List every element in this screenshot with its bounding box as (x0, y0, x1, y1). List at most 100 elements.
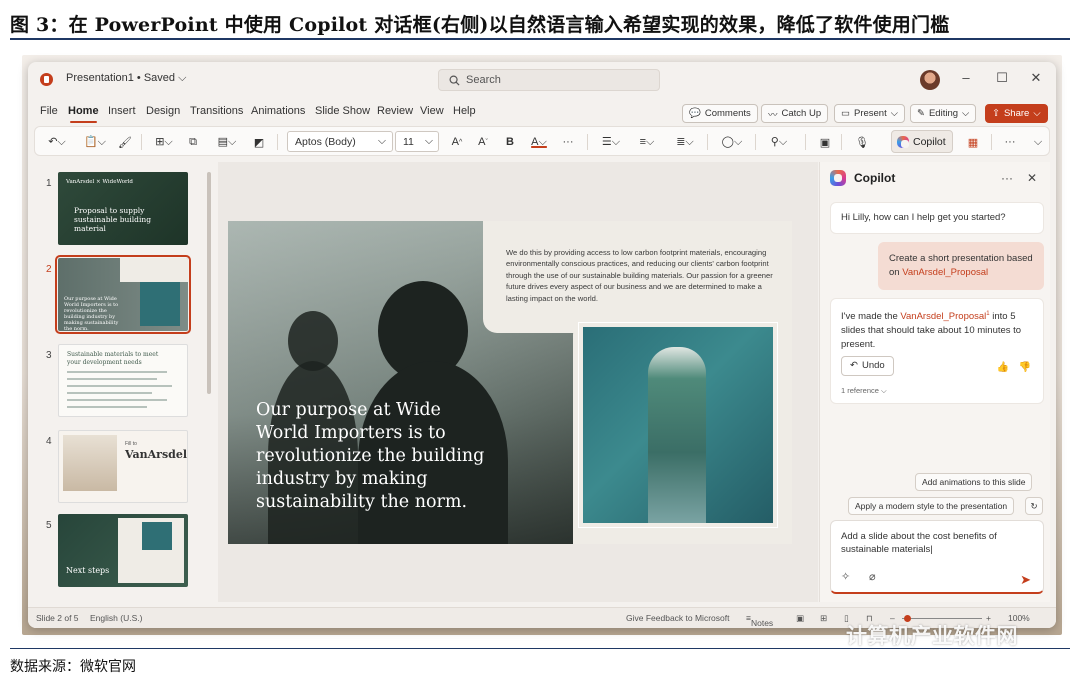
increase-font-icon[interactable]: A ^ (449, 133, 465, 151)
align-icon[interactable]: ≣⌵ (671, 133, 699, 151)
tab-animations[interactable]: Animations (251, 105, 305, 117)
slide-sorter-icon[interactable]: ⊞ (820, 613, 827, 624)
undo-icon[interactable]: ↶⌵ (43, 133, 71, 151)
cargo-ship-image[interactable] (578, 322, 778, 528)
chevron-down-icon: ⌵ (890, 108, 898, 119)
feedback-link[interactable]: Give Feedback to Microsoft (626, 613, 729, 623)
suggestion-label: Add animations to this slide (922, 477, 1026, 487)
file-link[interactable]: VanArsdel_Proposal (902, 267, 988, 278)
font-name-select[interactable]: Aptos (Body) ⌵ (287, 131, 393, 152)
thumbnail-text-line (67, 378, 157, 380)
thumbnail-number: 4 (46, 436, 52, 447)
editing-button[interactable]: ✎ Editing ⌵ (910, 104, 977, 123)
close-window-icon[interactable]: ✕ (1026, 70, 1046, 86)
thumbs-up-icon[interactable]: 👍 (997, 361, 1009, 375)
tab-help[interactable]: Help (453, 105, 476, 117)
copilot-reply: I've made the VanArsdel_Proposal1 into 5… (830, 298, 1044, 404)
search-icon (449, 75, 460, 86)
slide-thumbnail-1[interactable]: VanArsdel × WideWorld Proposal to supply… (58, 172, 188, 245)
decrease-font-icon[interactable]: Aˇ (475, 133, 491, 151)
close-icon[interactable]: ✕ (1027, 171, 1037, 185)
suggestion-add-animations[interactable]: Add animations to this slide (915, 473, 1033, 491)
more-font-options-icon[interactable]: ··· (559, 133, 577, 151)
slide-thumbnail-3[interactable]: Sustainable materials to meet your devel… (58, 344, 188, 417)
copilot-pane: Copilot ··· ✕ Hi Lilly, how can I help g… (819, 162, 1050, 602)
notes-label: Notes (750, 618, 774, 628)
language-indicator[interactable]: English (U.S.) (90, 613, 142, 623)
catch-up-icon: 〰 (768, 109, 778, 121)
file-link[interactable]: VanArsdel_Proposal (900, 311, 986, 322)
slide-body-text[interactable]: We do this by providing access to low ca… (506, 247, 776, 304)
tab-design[interactable]: Design (146, 105, 180, 117)
refresh-suggestions-icon[interactable]: ↻ (1025, 497, 1043, 515)
thumbnail-ship-image (140, 282, 180, 326)
numbering-icon[interactable]: ≡⌵ (633, 133, 661, 151)
font-color-icon[interactable]: A⌵ (527, 133, 551, 151)
paste-icon[interactable]: 📋⌵ (81, 133, 109, 151)
dictate-icon[interactable]: 🎙 (855, 133, 869, 151)
share-button[interactable]: ⇪ Share ⌵ (985, 104, 1048, 123)
copilot-prompt-input[interactable]: Add a slide about the cost benefits of s… (830, 520, 1044, 594)
present-icon: ▭ (841, 108, 850, 119)
slide-counter: Slide 2 of 5 (36, 613, 79, 623)
current-slide[interactable]: We do this by providing access to low ca… (228, 221, 792, 544)
thumbnail-text-line (67, 392, 152, 394)
caption-rule (10, 38, 1070, 40)
bullets-icon[interactable]: ☰⌵ (597, 133, 625, 151)
tab-file[interactable]: File (40, 105, 58, 117)
toolbar-divider (841, 134, 842, 150)
new-slide-icon[interactable]: ⊞⌵ (151, 133, 177, 151)
copilot-ribbon-label: Copilot (913, 135, 946, 148)
minimize-icon[interactable]: – (956, 70, 976, 85)
slide-quote[interactable]: Our purpose at Wide World Importers is t… (256, 399, 486, 514)
tab-review[interactable]: Review (377, 105, 413, 117)
user-avatar[interactable] (920, 70, 940, 90)
thumbnail-room-image (63, 435, 117, 491)
notes-button[interactable]: ≡ Notes (746, 613, 773, 628)
thumbnail-text-line (67, 399, 167, 401)
more-options-icon[interactable]: ··· (1001, 171, 1013, 185)
tab-insert[interactable]: Insert (108, 105, 136, 117)
reuse-slides-icon[interactable]: ⧉ (185, 133, 201, 151)
thumbnail-title: Sustainable materials to meet your devel… (67, 351, 159, 366)
tab-home[interactable]: Home (68, 105, 99, 123)
tab-view[interactable]: View (420, 105, 444, 117)
sparkle-icon[interactable]: ✧ (841, 571, 850, 584)
expand-ribbon-icon[interactable]: ⌵ (1031, 133, 1045, 151)
document-title[interactable]: Presentation1 • Saved ⌵ (66, 72, 186, 85)
attach-icon[interactable]: ⌀ (869, 571, 876, 584)
catch-up-button[interactable]: 〰 Catch Up (761, 104, 829, 123)
designer-icon[interactable]: ◩ (251, 133, 267, 151)
bold-icon[interactable]: B (503, 133, 517, 151)
toolbar-divider (587, 134, 588, 150)
format-painter-icon[interactable]: 🖌 (117, 133, 133, 151)
undo-button[interactable]: ↶ Undo (841, 356, 894, 377)
search-input[interactable]: Search (438, 69, 660, 91)
layout-icon[interactable]: ▤⌵ (213, 133, 241, 151)
comments-button[interactable]: 💬 Comments (682, 104, 758, 123)
send-icon[interactable]: ➤ (1020, 573, 1031, 586)
suggestion-modern-style[interactable]: Apply a modern style to the presentation (848, 497, 1015, 515)
tab-transitions[interactable]: Transitions (190, 105, 243, 117)
reference-toggle[interactable]: 1 reference ⌵ (841, 384, 1033, 398)
find-icon[interactable]: ⚲⌵ (765, 133, 793, 151)
thumbs-down-icon[interactable]: 👎 (1019, 361, 1031, 375)
zoom-slider-track[interactable] (902, 618, 982, 619)
title-bar: Presentation1 • Saved ⌵ Search – ☐ ✕ (28, 62, 1056, 96)
slide-thumbnail-4[interactable]: Fill to VanArsdel (58, 430, 188, 503)
undo-label: Undo (861, 360, 885, 372)
normal-view-icon[interactable]: ▣ (796, 613, 804, 624)
present-button[interactable]: ▭ Present ⌵ (834, 104, 905, 123)
maximize-icon[interactable]: ☐ (992, 70, 1012, 86)
thumbnail-scrollbar[interactable] (207, 172, 211, 394)
font-size-select[interactable]: 11 ⌵ (395, 131, 439, 152)
add-ins-icon[interactable]: ▣ (817, 133, 833, 151)
more-options-icon[interactable]: ··· (1001, 133, 1019, 151)
slide-thumbnail-5[interactable]: Next steps (58, 514, 188, 587)
tab-slide-show[interactable]: Slide Show (315, 105, 370, 117)
slide-thumbnail-2[interactable]: Our purpose at Wide World Importers is t… (55, 255, 191, 334)
designer-ideas-icon[interactable]: ▦ (965, 133, 981, 151)
shapes-icon[interactable]: ◯⌵ (717, 133, 747, 151)
font-size-value: 11 (403, 135, 414, 148)
copilot-ribbon-button[interactable]: Copilot (891, 130, 953, 153)
